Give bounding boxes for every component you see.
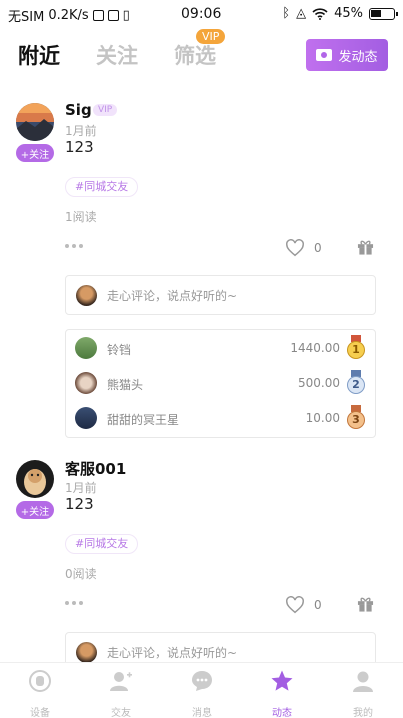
post-moment-button[interactable]: 发动态	[306, 39, 388, 71]
ranking-value: 500.00	[298, 376, 340, 390]
gift-icon[interactable]	[357, 595, 374, 613]
ranking-name: 熊猫头	[107, 378, 144, 392]
commenter-avatar	[76, 642, 97, 663]
battery-icon	[369, 7, 398, 20]
chat-icon	[192, 671, 212, 691]
status-right: ᛒ ◬ 45%	[282, 6, 398, 21]
like-count: 0	[314, 598, 322, 612]
nav-label: 我的	[353, 708, 373, 718]
bronze-medal-icon: 3	[347, 405, 365, 430]
avatar	[75, 337, 97, 359]
carrier-text: 无SIM	[8, 10, 45, 25]
nav-item-me[interactable]: 我的	[333, 669, 393, 718]
nav-label: 设备	[30, 708, 50, 718]
add-friend-icon	[110, 672, 132, 691]
heart-icon[interactable]	[285, 239, 305, 257]
vip-tag: VIP	[93, 104, 118, 116]
silver-medal-icon: 2	[347, 370, 365, 395]
more-icon[interactable]	[65, 601, 85, 607]
topic-tag[interactable]: #同城交友	[65, 177, 139, 197]
nav-label: 消息	[192, 708, 212, 718]
avatar	[75, 372, 97, 394]
star-icon	[271, 670, 293, 691]
wifi-icon	[312, 7, 328, 20]
heart-icon[interactable]	[285, 596, 305, 614]
mute-icon: ◬	[296, 6, 307, 21]
ranking-value: 10.00	[305, 411, 340, 425]
post-time: 1月前	[65, 124, 97, 138]
comment-placeholder: 走心评论，说点好听的~	[107, 289, 238, 303]
post-time: 1月前	[65, 481, 97, 495]
camera-icon	[316, 49, 333, 61]
battery-percent: 45%	[334, 6, 363, 21]
follow-button[interactable]: +关注	[16, 144, 54, 162]
username[interactable]: Sig	[65, 101, 92, 119]
nav-item-feed[interactable]: 动态	[252, 669, 312, 718]
read-count: 0阅读	[65, 567, 97, 581]
bluetooth-icon: ᛒ	[282, 6, 291, 21]
tab-following[interactable]: 关注	[96, 40, 138, 70]
post-content: 123	[65, 138, 94, 156]
vibrate-icon: ▯	[122, 8, 130, 23]
avatar	[75, 407, 97, 429]
post-button-label: 发动态	[338, 49, 378, 65]
comment-input[interactable]: 走心评论，说点好听的~	[65, 275, 376, 315]
status-bar: 无SIM 0.2K/s ▯ 09:06 ᛒ ◬ 45%	[0, 0, 403, 28]
profile-icon	[353, 671, 373, 692]
gift-ranking: 铃铛 1440.00 1 熊猫头 500.00 2 甜甜的冥王星 10.00 3	[65, 329, 376, 438]
nav-item-device[interactable]: 设备	[10, 669, 70, 718]
ranking-name: 铃铛	[107, 343, 132, 357]
ranking-name: 甜甜的冥王星	[107, 413, 180, 427]
post-content: 123	[65, 495, 94, 513]
status-left: 无SIM 0.2K/s ▯	[8, 6, 130, 25]
like-count: 0	[314, 241, 322, 255]
ranking-row[interactable]: 熊猫头 500.00 2	[66, 369, 377, 399]
filter-vip-badge: VIP	[196, 29, 226, 44]
topic-tag[interactable]: #同城交友	[65, 534, 139, 554]
username[interactable]: 客服001	[65, 458, 126, 479]
nav-label: 交友	[111, 708, 131, 718]
read-count: 1阅读	[65, 210, 97, 224]
ranking-row[interactable]: 铃铛 1440.00 1	[66, 334, 377, 364]
avatar[interactable]	[16, 103, 54, 141]
ranking-value: 1440.00	[290, 341, 340, 355]
gift-icon[interactable]	[357, 238, 374, 256]
ranking-row[interactable]: 甜甜的冥王星 10.00 3	[66, 404, 377, 434]
nav-label: 动态	[272, 708, 292, 718]
tab-filter[interactable]: 筛选	[174, 40, 216, 70]
device-icon	[29, 670, 51, 692]
network-speed: 0.2K/s	[48, 8, 89, 23]
sync-icon	[92, 10, 104, 21]
gold-medal-icon: 1	[347, 335, 365, 360]
clock: 09:06	[181, 6, 222, 22]
nfc-icon	[107, 10, 119, 21]
nav-item-messages[interactable]: 消息	[172, 669, 232, 718]
more-icon[interactable]	[65, 244, 85, 250]
top-header: 附近 关注 筛选 VIP 发动态	[0, 28, 403, 80]
tab-nearby[interactable]: 附近	[18, 40, 60, 70]
nav-item-friends[interactable]: 交友	[91, 669, 151, 718]
bottom-nav: 设备 交友 消息 动态 我的	[0, 662, 403, 718]
commenter-avatar	[76, 285, 97, 306]
comment-placeholder: 走心评论，说点好听的~	[107, 646, 238, 660]
follow-button[interactable]: +关注	[16, 501, 54, 519]
avatar[interactable]	[16, 460, 54, 498]
